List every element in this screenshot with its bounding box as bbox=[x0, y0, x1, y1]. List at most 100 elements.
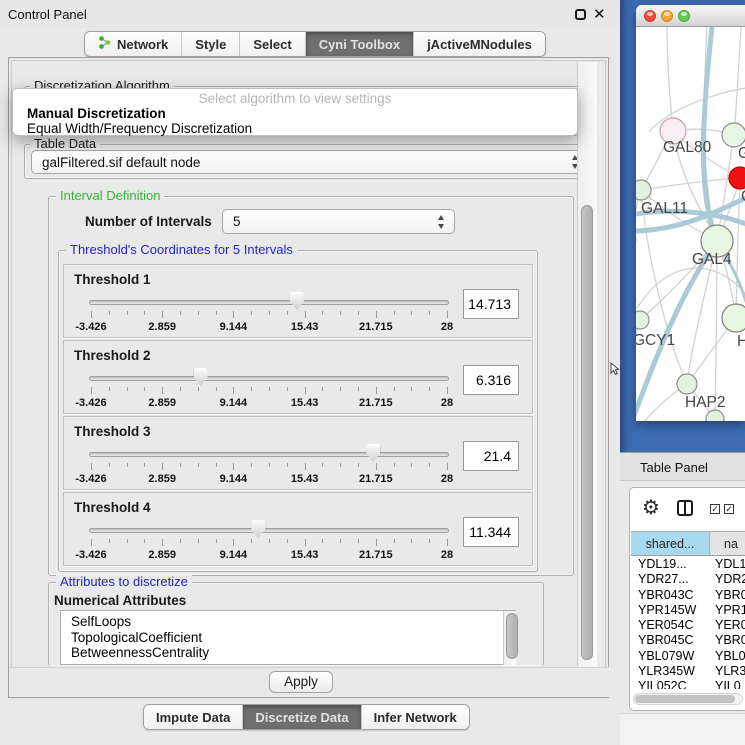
table-row[interactable]: YDR27... YDR2 bbox=[631, 572, 745, 587]
checkbox-icon[interactable]: ✓ bbox=[724, 504, 734, 514]
slider-track[interactable] bbox=[89, 452, 449, 457]
table-cell[interactable]: YDR2 bbox=[710, 572, 745, 587]
popup-option-equal-width[interactable]: Equal Width/Frequency Discretization bbox=[16, 121, 574, 136]
tab-label: Discretize Data bbox=[255, 710, 348, 725]
list-item[interactable]: BetweennessCentrality bbox=[61, 645, 515, 661]
network-node-selected[interactable] bbox=[729, 167, 745, 189]
table-data-combobox[interactable]: galFiltered.sif default node bbox=[31, 150, 589, 174]
column-header-name[interactable]: na bbox=[710, 532, 745, 555]
network-window-titlebar[interactable] bbox=[636, 5, 745, 27]
table-cell[interactable]: YIL0 bbox=[710, 679, 745, 689]
table-cell[interactable]: YPR145W bbox=[631, 603, 710, 618]
popup-option-manual[interactable]: Manual Discretization bbox=[16, 106, 574, 121]
table-row[interactable]: YDL19... YDL1 bbox=[631, 557, 745, 572]
threshold-value-field[interactable]: 11.344 bbox=[463, 517, 519, 547]
tab-network[interactable]: Network bbox=[85, 32, 181, 56]
gear-icon[interactable]: ⚙ bbox=[642, 493, 660, 523]
table-row[interactable]: YPR145W YPR1 bbox=[631, 603, 745, 618]
slider-thumb[interactable] bbox=[194, 368, 208, 386]
checkbox-icon[interactable]: ✓ bbox=[710, 504, 720, 514]
network-node[interactable] bbox=[636, 311, 649, 329]
threshold-slider-1[interactable]: -3.426 2.859 9.144 15.43 21.715 28 bbox=[89, 291, 449, 337]
table-cell[interactable]: YDR27... bbox=[631, 572, 710, 587]
list-scrollbar[interactable] bbox=[503, 611, 516, 665]
table-row[interactable]: YBR045C YBR0 bbox=[631, 633, 745, 648]
tick-label: 21.715 bbox=[359, 473, 393, 485]
threshold-value-field[interactable]: 14.713 bbox=[463, 289, 519, 319]
threshold-slider-4[interactable]: -3.426 2.859 9.144 15.43 21.715 28 bbox=[89, 519, 449, 565]
traffic-light-minimize[interactable] bbox=[661, 10, 673, 22]
table-row[interactable]: YBL079W YBL0 bbox=[631, 649, 745, 664]
table-cell[interactable]: YBR0 bbox=[710, 633, 745, 648]
table-cell[interactable]: YDL19... bbox=[631, 557, 710, 572]
slider-thumb[interactable] bbox=[290, 292, 304, 310]
cyni-bottom-tabs: Impute Data Discretize Data Infer Networ… bbox=[143, 704, 470, 730]
table-cell[interactable]: YER0 bbox=[710, 618, 745, 633]
network-node[interactable] bbox=[677, 374, 697, 394]
tick-label: 9.144 bbox=[220, 397, 248, 409]
threshold-label: Threshold 4 bbox=[74, 500, 151, 515]
node-label: GCY1 bbox=[636, 332, 675, 349]
traffic-light-zoom[interactable] bbox=[678, 10, 690, 22]
threshold-value-field[interactable]: 6.316 bbox=[463, 365, 519, 395]
table-column-headers: shared... na bbox=[631, 531, 745, 556]
threshold-slider-3[interactable]: -3.426 2.859 9.144 15.43 21.715 28 bbox=[89, 443, 449, 489]
table-row[interactable]: YER054C YER0 bbox=[631, 618, 745, 633]
table-cell[interactable]: YER054C bbox=[631, 618, 710, 633]
slider-thumb[interactable] bbox=[366, 444, 380, 462]
table-cell[interactable]: YPR1 bbox=[710, 603, 745, 618]
table-cell[interactable]: YDL1 bbox=[710, 557, 745, 572]
num-intervals-combobox[interactable]: 5 bbox=[222, 209, 455, 234]
table-cell[interactable]: YLR3 bbox=[710, 664, 745, 679]
float-window-button[interactable] bbox=[575, 9, 586, 20]
content-scrollbar[interactable] bbox=[577, 62, 597, 667]
column-header-shared[interactable]: shared... bbox=[631, 532, 710, 555]
table-cell[interactable]: YBL0 bbox=[710, 649, 745, 664]
tick-label: -3.426 bbox=[75, 549, 106, 561]
list-item[interactable]: TopologicalCoefficient bbox=[61, 630, 515, 646]
slider-thumb[interactable] bbox=[251, 520, 265, 538]
slider-track[interactable] bbox=[89, 376, 449, 381]
scrollbar-thumb[interactable] bbox=[581, 205, 593, 660]
scrollbar-thumb[interactable] bbox=[506, 613, 518, 659]
traffic-light-close[interactable] bbox=[644, 10, 656, 22]
network-node[interactable] bbox=[722, 123, 745, 147]
table-row[interactable]: YIL052C YIL0 bbox=[631, 679, 745, 689]
slider-track[interactable] bbox=[89, 528, 449, 533]
table-cell[interactable]: YBR043C bbox=[631, 588, 710, 603]
apply-button[interactable]: Apply bbox=[269, 671, 333, 693]
close-icon[interactable]: ✕ bbox=[593, 5, 606, 23]
threshold-slider-2[interactable]: -3.426 2.859 9.144 15.43 21.715 28 bbox=[89, 367, 449, 413]
attributes-list[interactable]: SelfLoops TopologicalCoefficient Between… bbox=[60, 610, 516, 665]
tick-label: 9.144 bbox=[220, 321, 248, 333]
list-item[interactable]: SelfLoops bbox=[61, 614, 515, 630]
table-cell[interactable]: YBR0 bbox=[710, 588, 745, 603]
split-panel-icon[interactable] bbox=[677, 500, 693, 516]
network-node[interactable] bbox=[636, 180, 651, 200]
table-toolbar: ⚙ ✓ ✓ bbox=[630, 488, 745, 531]
table-data-group-title: Table Data bbox=[30, 137, 100, 151]
table-cell[interactable]: YIL052C bbox=[631, 679, 710, 689]
slider-track[interactable] bbox=[89, 300, 449, 305]
table-row[interactable]: YLR345W YLR3 bbox=[631, 664, 745, 679]
scrollbar-thumb[interactable] bbox=[635, 695, 735, 703]
threshold-panel: Threshold 1 -3.426 2.859 9.144 15.43 21.… bbox=[63, 264, 533, 338]
table-cell[interactable]: YBR045C bbox=[631, 633, 710, 648]
table-cell[interactable]: YBL079W bbox=[631, 649, 710, 664]
bottom-tab-impute[interactable]: Impute Data bbox=[144, 705, 242, 729]
network-node[interactable] bbox=[722, 304, 745, 332]
bottom-tab-discretize[interactable]: Discretize Data bbox=[242, 705, 360, 729]
threshold-value-field[interactable]: 21.4 bbox=[463, 441, 519, 471]
tick-label: -3.426 bbox=[75, 397, 106, 409]
control-panel-titlebar: Control Panel ✕ bbox=[0, 0, 620, 28]
bottom-tab-infer[interactable]: Infer Network bbox=[361, 705, 469, 729]
tab-cyni-toolbox[interactable]: Cyni Toolbox bbox=[305, 32, 413, 56]
table-cell[interactable]: YLR345W bbox=[631, 664, 710, 679]
tab-style[interactable]: Style bbox=[181, 32, 239, 56]
tab-select[interactable]: Select bbox=[239, 32, 304, 56]
tab-label: Select bbox=[253, 37, 291, 52]
table-h-scrollbar[interactable] bbox=[633, 693, 743, 705]
network-canvas[interactable]: GAL80 G GAL11 C GAL4 GCY1 H HAP2 bbox=[636, 27, 745, 421]
table-row[interactable]: YBR043C YBR0 bbox=[631, 588, 745, 603]
tab-jactivemnodules[interactable]: jActiveMNodules bbox=[413, 32, 545, 56]
